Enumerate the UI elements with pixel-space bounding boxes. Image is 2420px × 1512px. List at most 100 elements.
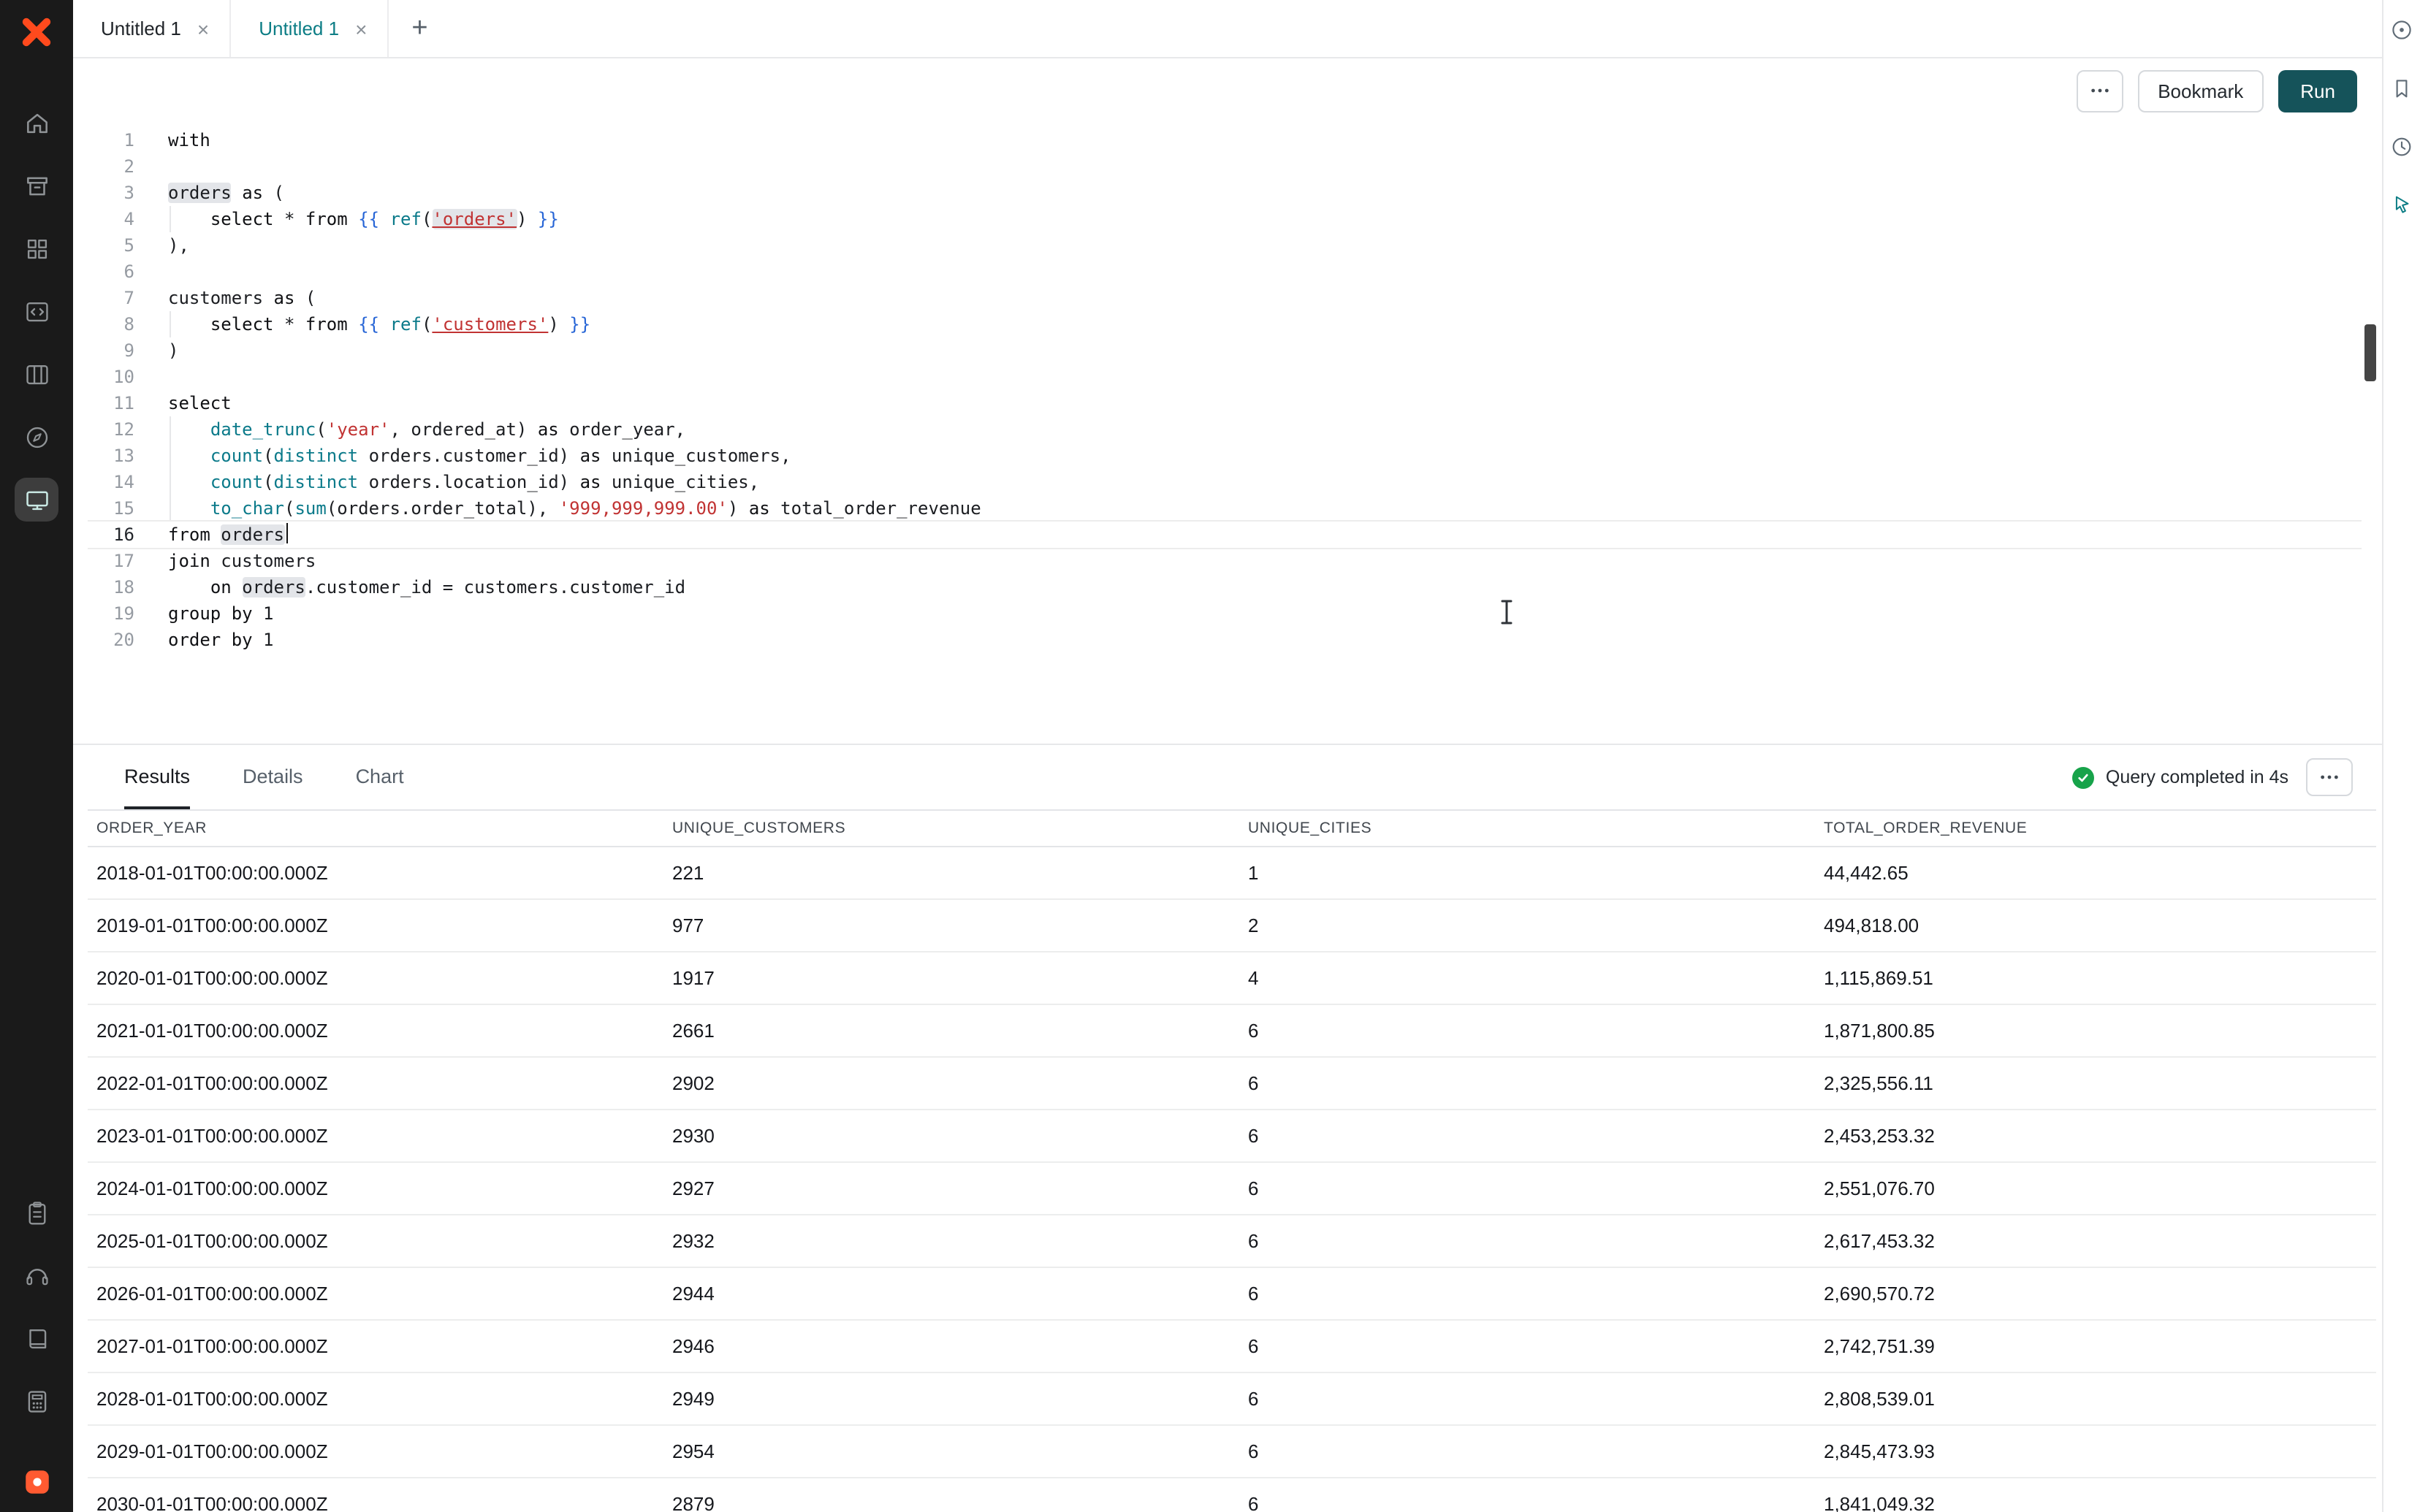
code-text: select — [134, 390, 232, 416]
tab-label: Untitled 1 — [259, 18, 339, 39]
run-button[interactable]: Run — [2278, 70, 2357, 112]
code-line[interactable]: 11select — [73, 390, 2382, 416]
right-sidebar-item-history[interactable] — [2384, 129, 2419, 164]
new-tab-button[interactable]: + — [389, 0, 450, 57]
code-token — [168, 498, 210, 519]
more-options-button[interactable] — [2076, 70, 2123, 112]
line-number: 16 — [73, 522, 134, 548]
indent-guide — [170, 206, 171, 232]
grid-icon — [23, 234, 50, 262]
code-text: date_trunc('year', ordered_at) as order_… — [134, 416, 685, 443]
table-cell: 977 — [663, 915, 1239, 936]
sidebar-item-headset[interactable] — [15, 1253, 58, 1297]
code-text: select * from {{ ref('customers') }} — [134, 311, 590, 337]
code-line[interactable]: 12 date_trunc('year', ordered_at) as ord… — [73, 416, 2382, 443]
code-line[interactable]: 9) — [73, 337, 2382, 364]
table-cell: 2946 — [663, 1335, 1239, 1357]
code-token: as — [242, 183, 263, 203]
results-tab-details[interactable]: Details — [243, 745, 303, 809]
code-line[interactable]: 17join customers — [73, 548, 2382, 574]
code-text: ) — [134, 337, 178, 364]
code-line[interactable]: 5), — [73, 232, 2382, 259]
sql-editor[interactable]: 1with23orders as (4 select * from {{ ref… — [73, 124, 2382, 744]
code-line[interactable]: 13 count(distinct orders.customer_id) as… — [73, 443, 2382, 469]
code-text: from orders — [134, 522, 288, 548]
code-token: }} — [527, 209, 558, 229]
line-number: 7 — [73, 285, 134, 311]
app-logo[interactable] — [16, 12, 57, 53]
code-token: (orders.order_total), — [327, 498, 559, 519]
table-cell: 2020-01-01T00:00:00.000Z — [88, 967, 663, 989]
code-token: ( — [263, 183, 284, 203]
editor-tab[interactable]: Untitled 1 × — [231, 0, 389, 57]
editor-tab[interactable]: Untitled 1× — [73, 0, 231, 57]
sidebar-item-layout[interactable] — [15, 352, 58, 396]
code-token: distinct — [274, 472, 359, 492]
code-token: ( — [422, 209, 432, 229]
code-token: orders — [168, 183, 232, 203]
table-cell: 2,742,751.39 — [1815, 1335, 2376, 1357]
code-line[interactable]: 6 — [73, 259, 2382, 285]
code-token: select — [210, 314, 274, 335]
code-line[interactable]: 10 — [73, 364, 2382, 390]
code-line[interactable]: 19group by 1 — [73, 600, 2382, 627]
table-row: 2026-01-01T00:00:00.000Z294462,690,570.7… — [88, 1268, 2376, 1321]
code-line[interactable]: 16from orders — [73, 522, 2382, 548]
sidebar-item-clipboard[interactable] — [15, 1191, 58, 1234]
table-row: 2018-01-01T00:00:00.000Z221144,442.65 — [88, 847, 2376, 900]
results-more-button[interactable] — [2306, 758, 2353, 796]
close-icon[interactable]: × — [197, 18, 209, 39]
close-icon[interactable]: × — [355, 18, 367, 39]
code-line[interactable]: 3orders as ( — [73, 180, 2382, 206]
sidebar-item-archive[interactable] — [15, 164, 58, 207]
code-token: orders.location_id) — [358, 472, 579, 492]
code-line[interactable]: 1with — [73, 127, 2382, 153]
sidebar-item-grid[interactable] — [15, 226, 58, 270]
right-sidebar-item-bookmark[interactable] — [2384, 70, 2419, 105]
code-token: ref — [390, 209, 422, 229]
sidebar-item-code[interactable] — [15, 289, 58, 333]
table-cell: 2879 — [663, 1493, 1239, 1512]
code-token: select — [168, 393, 232, 413]
bookmark-button[interactable]: Bookmark — [2137, 70, 2264, 112]
code-token: ), — [168, 235, 189, 256]
table-cell: 2949 — [663, 1388, 1239, 1410]
code-token: unique_customers, — [601, 446, 791, 466]
table-cell: 6 — [1239, 1388, 1815, 1410]
right-sidebar-item-pointer[interactable] — [2384, 187, 2419, 222]
code-line[interactable]: 8 select * from {{ ref('customers') }} — [73, 311, 2382, 337]
code-text: with — [134, 127, 210, 153]
code-line[interactable]: 4 select * from {{ ref('orders') }} — [73, 206, 2382, 232]
table-cell: 2927 — [663, 1177, 1239, 1199]
sidebar-item-compass[interactable] — [15, 415, 58, 459]
code-line[interactable]: 20order by 1 — [73, 627, 2382, 653]
code-token: orders — [221, 524, 284, 545]
sidebar-item-calculator[interactable] — [15, 1379, 58, 1423]
sidebar-item-dbt[interactable] — [15, 1459, 58, 1503]
sidebar-item-home[interactable] — [15, 101, 58, 145]
code-text: to_char(sum(orders.order_total), '999,99… — [134, 495, 981, 522]
code-line[interactable]: 2 — [73, 153, 2382, 180]
right-sidebar-item-explore[interactable] — [2384, 12, 2419, 47]
line-number: 18 — [73, 574, 134, 600]
code-line[interactable]: 14 count(distinct orders.location_id) as… — [73, 469, 2382, 495]
code-line[interactable]: 15 to_char(sum(orders.order_total), '999… — [73, 495, 2382, 522]
column-header: UNIQUE_CITIES — [1239, 820, 1815, 837]
sidebar-item-book[interactable] — [15, 1316, 58, 1360]
code-token: orders — [242, 577, 305, 597]
code-text — [134, 153, 168, 180]
code-token: customers — [168, 288, 263, 308]
table-cell: 2023-01-01T00:00:00.000Z — [88, 1125, 663, 1147]
editor-scrollbar-thumb[interactable] — [2364, 324, 2376, 381]
results-tab-chart[interactable]: Chart — [356, 745, 404, 809]
code-line[interactable]: 7customers as ( — [73, 285, 2382, 311]
results-tab-results[interactable]: Results — [124, 745, 190, 809]
code-token: .customer_id = customers.customer_id — [305, 577, 685, 597]
table-cell: 2661 — [663, 1020, 1239, 1042]
editor-toolbar: Bookmark Run — [73, 58, 2382, 124]
table-cell: 2029-01-01T00:00:00.000Z — [88, 1440, 663, 1462]
table-row: 2023-01-01T00:00:00.000Z293062,453,253.3… — [88, 1110, 2376, 1163]
code-line[interactable]: 18 on orders.customer_id = customers.cus… — [73, 574, 2382, 600]
clipboard-icon — [23, 1199, 50, 1226]
sidebar-item-terminal[interactable] — [15, 478, 58, 522]
